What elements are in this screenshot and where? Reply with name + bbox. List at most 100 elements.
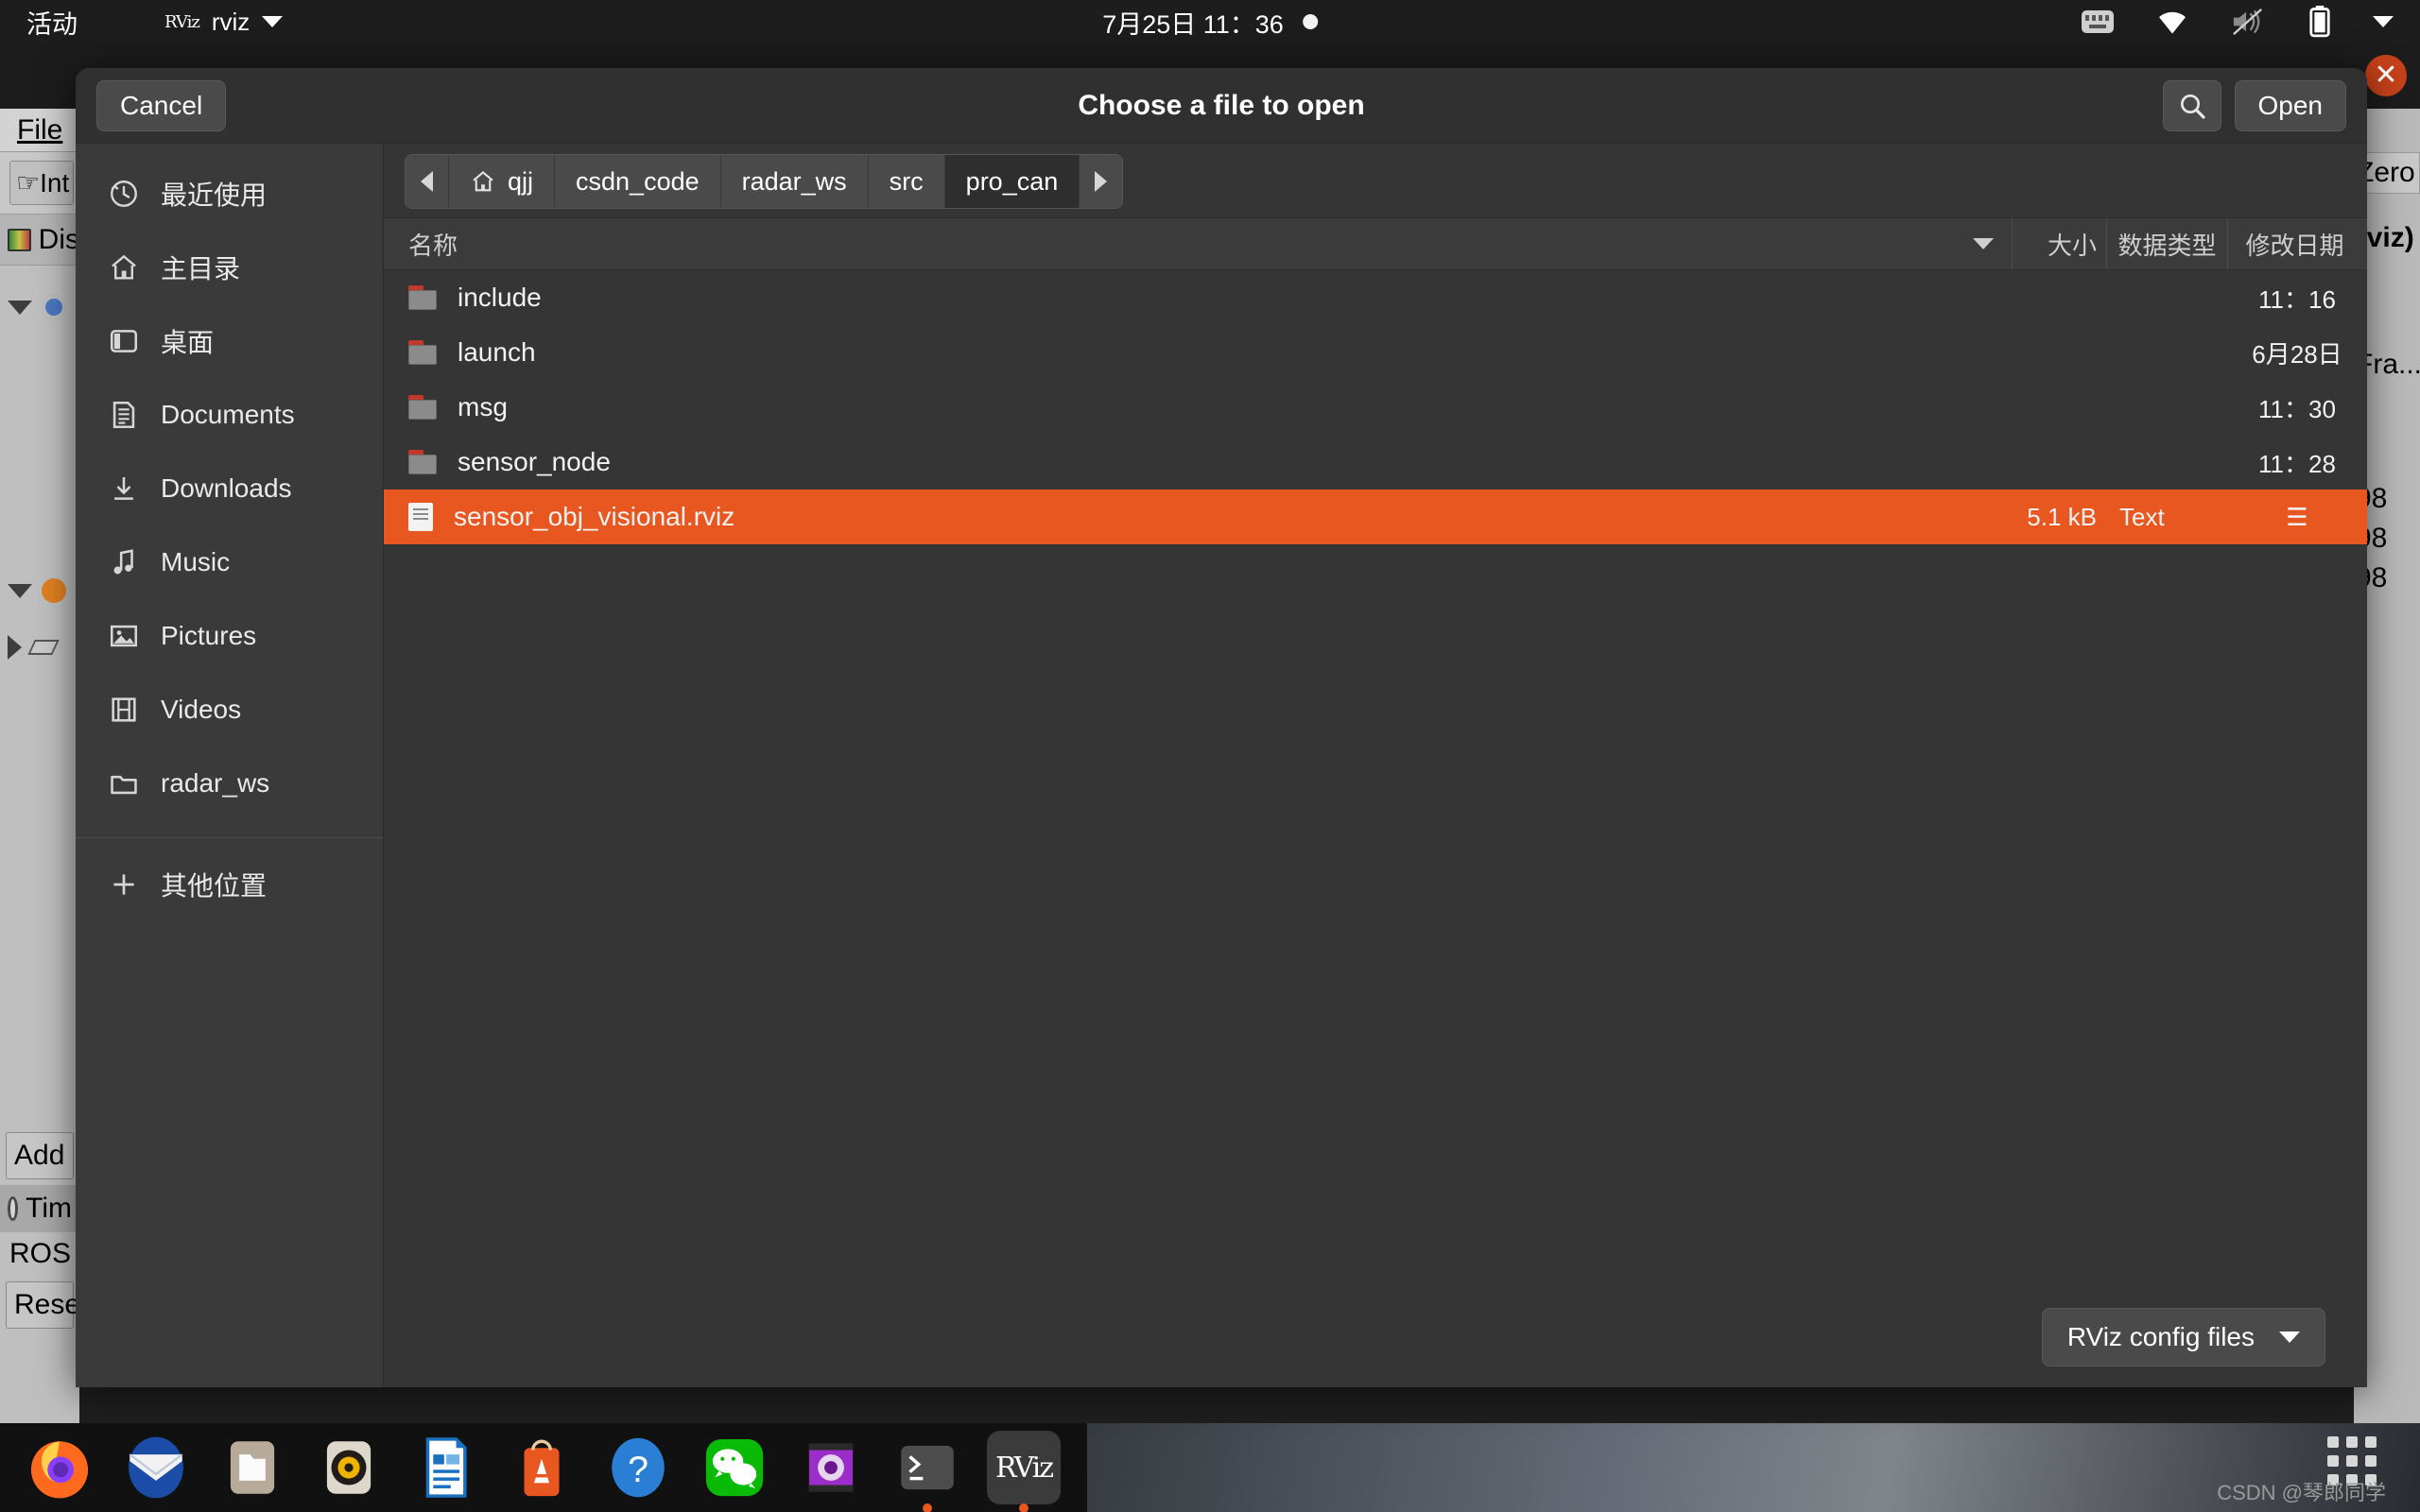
sidebar-item-recent[interactable]: 最近使用 <box>76 157 383 231</box>
chevron-down-icon[interactable] <box>2373 16 2394 27</box>
breadcrumb-label: src <box>889 166 924 196</box>
rviz-displays-header: Dis <box>0 215 79 266</box>
dock-item-rhythmbox[interactable] <box>312 1431 386 1504</box>
rviz-menu-file[interactable]: File <box>0 109 79 152</box>
grid-icon <box>2346 1436 2358 1448</box>
dock-item-thunderbird[interactable] <box>119 1431 193 1504</box>
dialog-header-actions: Open <box>2162 79 2346 131</box>
system-status-area[interactable] <box>2082 6 2394 38</box>
dock-item-firefox[interactable] <box>23 1431 96 1504</box>
dock-item-terminal[interactable] <box>890 1431 964 1512</box>
terminal-icon <box>901 1445 954 1490</box>
column-header-modified[interactable]: 修改日期 <box>2227 218 2367 269</box>
documents-icon <box>108 399 140 431</box>
grid-icon <box>2327 1436 2339 1448</box>
search-icon <box>2180 94 2205 119</box>
rviz-left-panel: File ☞Int Dis Add Tim ROS Rese <box>0 109 80 1423</box>
breadcrumb-label: qjj <box>508 166 534 196</box>
help-icon: ? <box>612 1437 665 1498</box>
dialog-title: Choose a file to open <box>1078 89 1365 121</box>
app-menu-button[interactable]: RViz rviz <box>164 8 284 37</box>
grid-icon <box>2346 1455 2358 1467</box>
rviz-add-button[interactable]: Add <box>6 1132 74 1179</box>
chevron-right-icon[interactable] <box>8 635 22 660</box>
table-row[interactable]: sensor_node 11：28 <box>384 435 2367 490</box>
clock-button[interactable]: 7月25日 11：36 <box>1102 4 1318 41</box>
column-header-size[interactable]: 大小 <box>2012 218 2106 269</box>
keyboard-icon <box>2082 10 2114 33</box>
table-row[interactable]: launch 6月28日 <box>384 325 2367 380</box>
file-name-label: msg <box>458 392 508 421</box>
recent-icon <box>108 178 140 210</box>
dock-item-wechat[interactable] <box>698 1431 771 1504</box>
rviz-icon: RViz <box>164 11 200 32</box>
sidebar-item-music[interactable]: Music <box>76 525 383 599</box>
file-size-cell: 5.1 kB <box>2027 502 2097 531</box>
sidebar-item-label: 其他位置 <box>161 871 268 901</box>
chevron-down-icon[interactable] <box>8 583 32 598</box>
sidebar-item-documents[interactable]: Documents <box>76 378 383 452</box>
dock-item-rviz[interactable]: RViz <box>987 1431 1061 1512</box>
folder-icon <box>408 450 437 474</box>
warning-icon <box>42 578 66 603</box>
table-row[interactable]: sensor_obj_visional.rviz 5.1 kB Text ☰ <box>384 490 2367 544</box>
dock-item-ubuntu-software[interactable] <box>505 1431 579 1504</box>
chevron-down-icon[interactable] <box>8 300 32 315</box>
rviz-reset-button[interactable]: Rese <box>6 1281 80 1329</box>
table-row[interactable]: msg 11：30 <box>384 380 2367 435</box>
file-list[interactable]: include 11：16 launch 6月28日 msg 11：30 sen… <box>384 270 2367 1287</box>
sidebar-item-other-locations[interactable]: 其他位置 <box>76 848 383 921</box>
sidebar-item-home[interactable]: 主目录 <box>76 231 383 304</box>
breadcrumb-item-radar-ws[interactable]: radar_ws <box>720 155 869 208</box>
clock-label: 7月25日 11：36 <box>1102 9 1284 39</box>
file-type-filter-label: RViz config files <box>2066 1322 2255 1351</box>
search-button[interactable] <box>2162 79 2221 131</box>
sidebar-item-videos[interactable]: Videos <box>76 673 383 747</box>
open-button[interactable]: Open <box>2234 79 2346 131</box>
rviz-time-panel: Tim <box>0 1185 79 1232</box>
file-chooser-dialog: Cancel Choose a file to open Open 最近使用 主… <box>76 68 2367 1387</box>
dock-item-files[interactable] <box>216 1431 289 1504</box>
plus-icon <box>108 868 140 901</box>
window-close-button[interactable]: ✕ <box>2365 55 2407 96</box>
table-row[interactable]: include 11：16 <box>384 270 2367 325</box>
chevron-down-icon <box>2279 1332 2300 1343</box>
sidebar-item-label: 桌面 <box>161 328 215 357</box>
sidebar-item-desktop[interactable]: 桌面 <box>76 304 383 378</box>
thunderbird-icon <box>129 1436 183 1499</box>
breadcrumb-item-csdn-code[interactable]: csdn_code <box>555 155 721 208</box>
tree-row[interactable] <box>0 619 79 676</box>
file-name-label: sensor_obj_visional.rviz <box>454 502 735 531</box>
clock-icon <box>8 1196 19 1221</box>
breadcrumb-label: radar_ws <box>741 166 847 196</box>
battery-icon <box>2309 6 2330 38</box>
breadcrumb-item-src[interactable]: src <box>868 155 945 208</box>
sidebar-item-downloads[interactable]: Downloads <box>76 452 383 525</box>
breadcrumb-label: csdn_code <box>576 166 700 196</box>
column-header-name-label: 名称 <box>408 231 458 260</box>
breadcrumb-item-qjj[interactable]: qjj <box>449 155 556 208</box>
dock-item-libreoffice-writer[interactable] <box>408 1431 482 1504</box>
breadcrumb-forward-button[interactable] <box>1080 155 1123 208</box>
column-header-name[interactable]: 名称 <box>384 218 1955 269</box>
activities-button[interactable]: 活动 <box>26 4 78 41</box>
text-file-icon <box>408 503 433 531</box>
rhythmbox-icon <box>326 1441 372 1494</box>
rviz-time-label: Tim <box>26 1193 72 1224</box>
file-type-filter-dropdown[interactable]: RViz config files <box>2041 1308 2325 1366</box>
sidebar-item-pictures[interactable]: Pictures <box>76 599 383 673</box>
sidebar-item-radar-ws[interactable]: radar_ws <box>76 747 383 820</box>
breadcrumb-item-pro-can[interactable]: pro_can <box>944 155 1080 208</box>
rviz-interact-button[interactable]: ☞Int <box>9 161 75 205</box>
cancel-button[interactable]: Cancel <box>96 79 227 131</box>
dock-item-help[interactable]: ? <box>601 1431 675 1504</box>
videos-icon <box>108 694 140 726</box>
breadcrumb: qjj csdn_code radar_ws src pro_can <box>405 154 1124 209</box>
dock-item-video-player[interactable] <box>794 1431 868 1504</box>
pictures-icon <box>108 620 140 652</box>
sort-indicator[interactable] <box>1955 218 2012 269</box>
tree-row[interactable] <box>0 562 79 619</box>
tree-row[interactable] <box>0 279 79 335</box>
breadcrumb-back-button[interactable] <box>406 155 449 208</box>
column-header-type[interactable]: 数据类型 <box>2106 218 2227 269</box>
